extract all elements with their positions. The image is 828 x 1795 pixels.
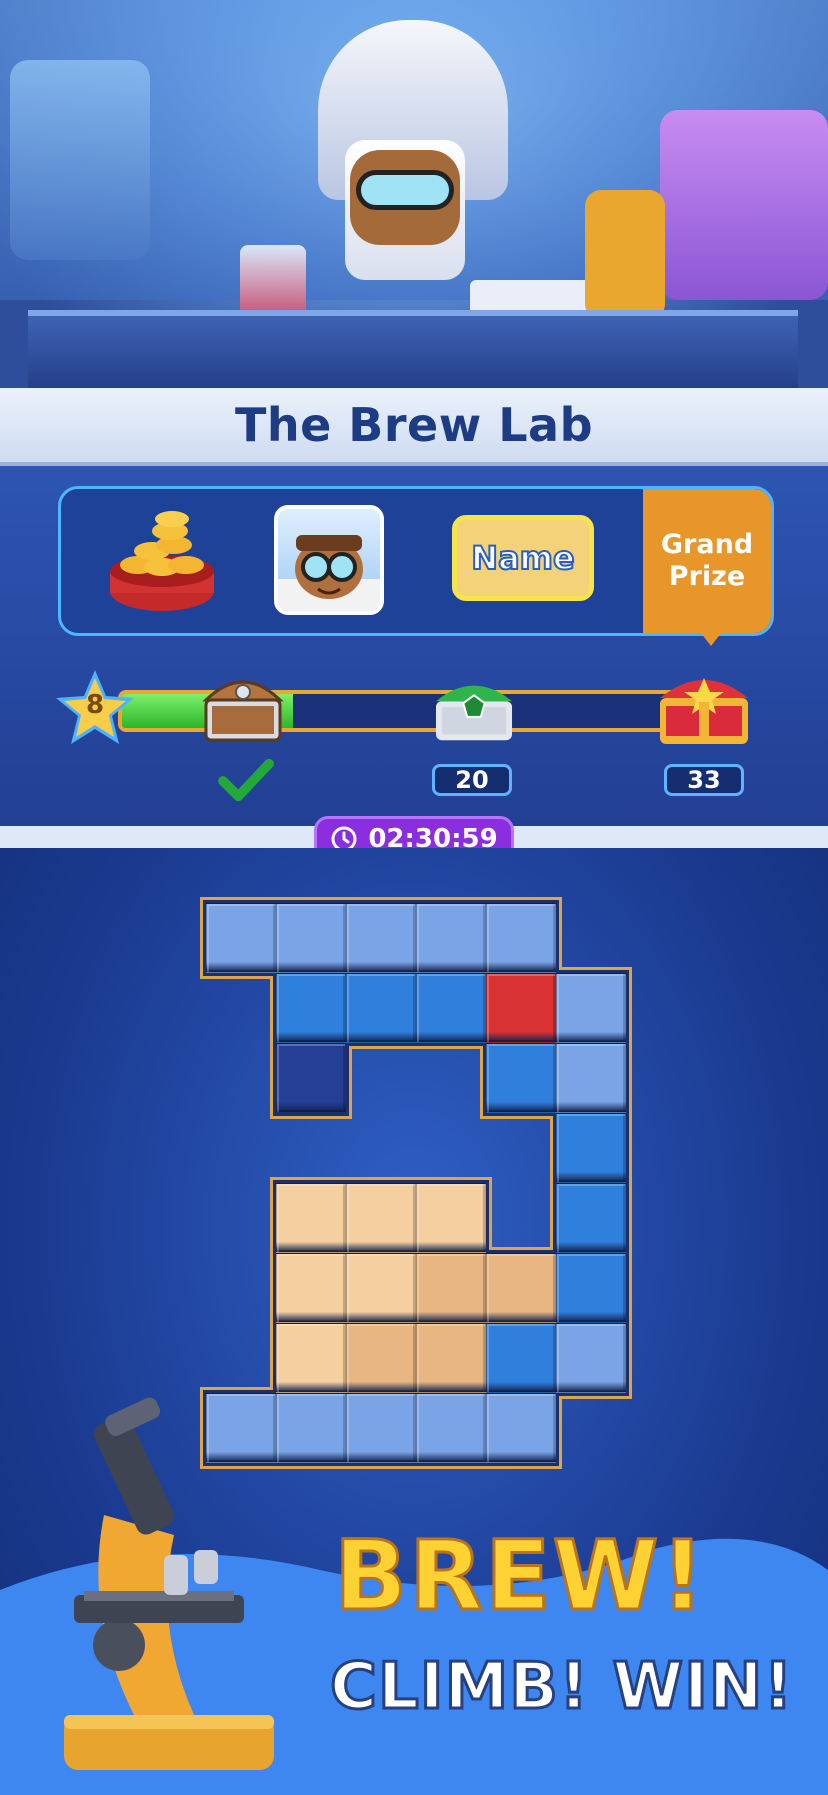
left-machine [10,60,150,260]
green-chest-icon[interactable] [430,670,518,748]
board-cell-light[interactable] [416,903,486,973]
board-cell-tan2[interactable] [416,1253,486,1323]
tagline-brew: BREW! [332,1519,707,1634]
grand-prize-text: Grand Prize [660,529,754,592]
right-machine [660,110,828,300]
board-cell-light[interactable] [346,1393,416,1463]
name-button-label: Name [470,538,575,578]
board-cell-light[interactable] [556,1323,626,1393]
lab-scene-illustration [0,0,828,388]
avatar-illustration [278,535,380,611]
microscope-icon [64,1397,274,1770]
board-cell-mid[interactable] [276,973,346,1043]
board-cell-tan[interactable] [276,1253,346,1323]
board-cell-light[interactable] [416,1393,486,1463]
board-cell-tan[interactable] [276,1323,346,1393]
milestone-value-33: 33 [664,764,744,796]
board-cell-tan[interactable] [346,1183,416,1253]
name-button[interactable]: Name [452,515,594,601]
board-cell-light[interactable] [486,1393,556,1463]
board-cell-light[interactable] [346,903,416,973]
title-band: The Brew Lab [0,388,828,466]
board-cell-light[interactable] [556,1043,626,1113]
board-cell-tan2[interactable] [486,1253,556,1323]
checkmark-icon [218,758,274,802]
board-cell-tan[interactable] [276,1183,346,1253]
red-chest-icon[interactable] [652,662,756,752]
board-cell-light[interactable] [556,973,626,1043]
board-cell-mid[interactable] [486,1323,556,1393]
board-cell-dark[interactable] [276,1043,346,1113]
board-cell-mid[interactable] [416,973,486,1043]
grand-prize-pointer [697,628,725,646]
tagline-climb-win: CLIMB! WIN! [329,1649,795,1726]
board-cell-light[interactable] [486,903,556,973]
board-cell-tan2[interactable] [346,1323,416,1393]
board-cell-mid[interactable] [556,1253,626,1323]
character-avatar-icon[interactable] [274,505,384,615]
page-title: The Brew Lab [234,398,594,452]
board-cell-tan2[interactable] [416,1323,486,1393]
board-cell-red[interactable] [486,973,556,1043]
board-cell-mid[interactable] [556,1113,626,1183]
lab-counter [28,310,798,388]
board-cell-light[interactable] [276,903,346,973]
coin-bowl-icon [110,511,214,611]
grand-prize-label: Grand Prize [643,489,771,633]
board-cell-light[interactable] [206,903,276,973]
board-cell-tan[interactable] [346,1253,416,1323]
board-cell-tan[interactable] [416,1183,486,1253]
character-glasses [356,170,454,210]
board-cell-mid[interactable] [486,1043,556,1113]
board-cell-mid[interactable] [556,1183,626,1253]
milestone-value-20: 20 [432,764,512,796]
level-number: 8 [85,690,105,720]
board-cell-mid[interactable] [346,973,416,1043]
wooden-chest-icon[interactable] [198,660,288,750]
small-microscope [585,190,665,320]
